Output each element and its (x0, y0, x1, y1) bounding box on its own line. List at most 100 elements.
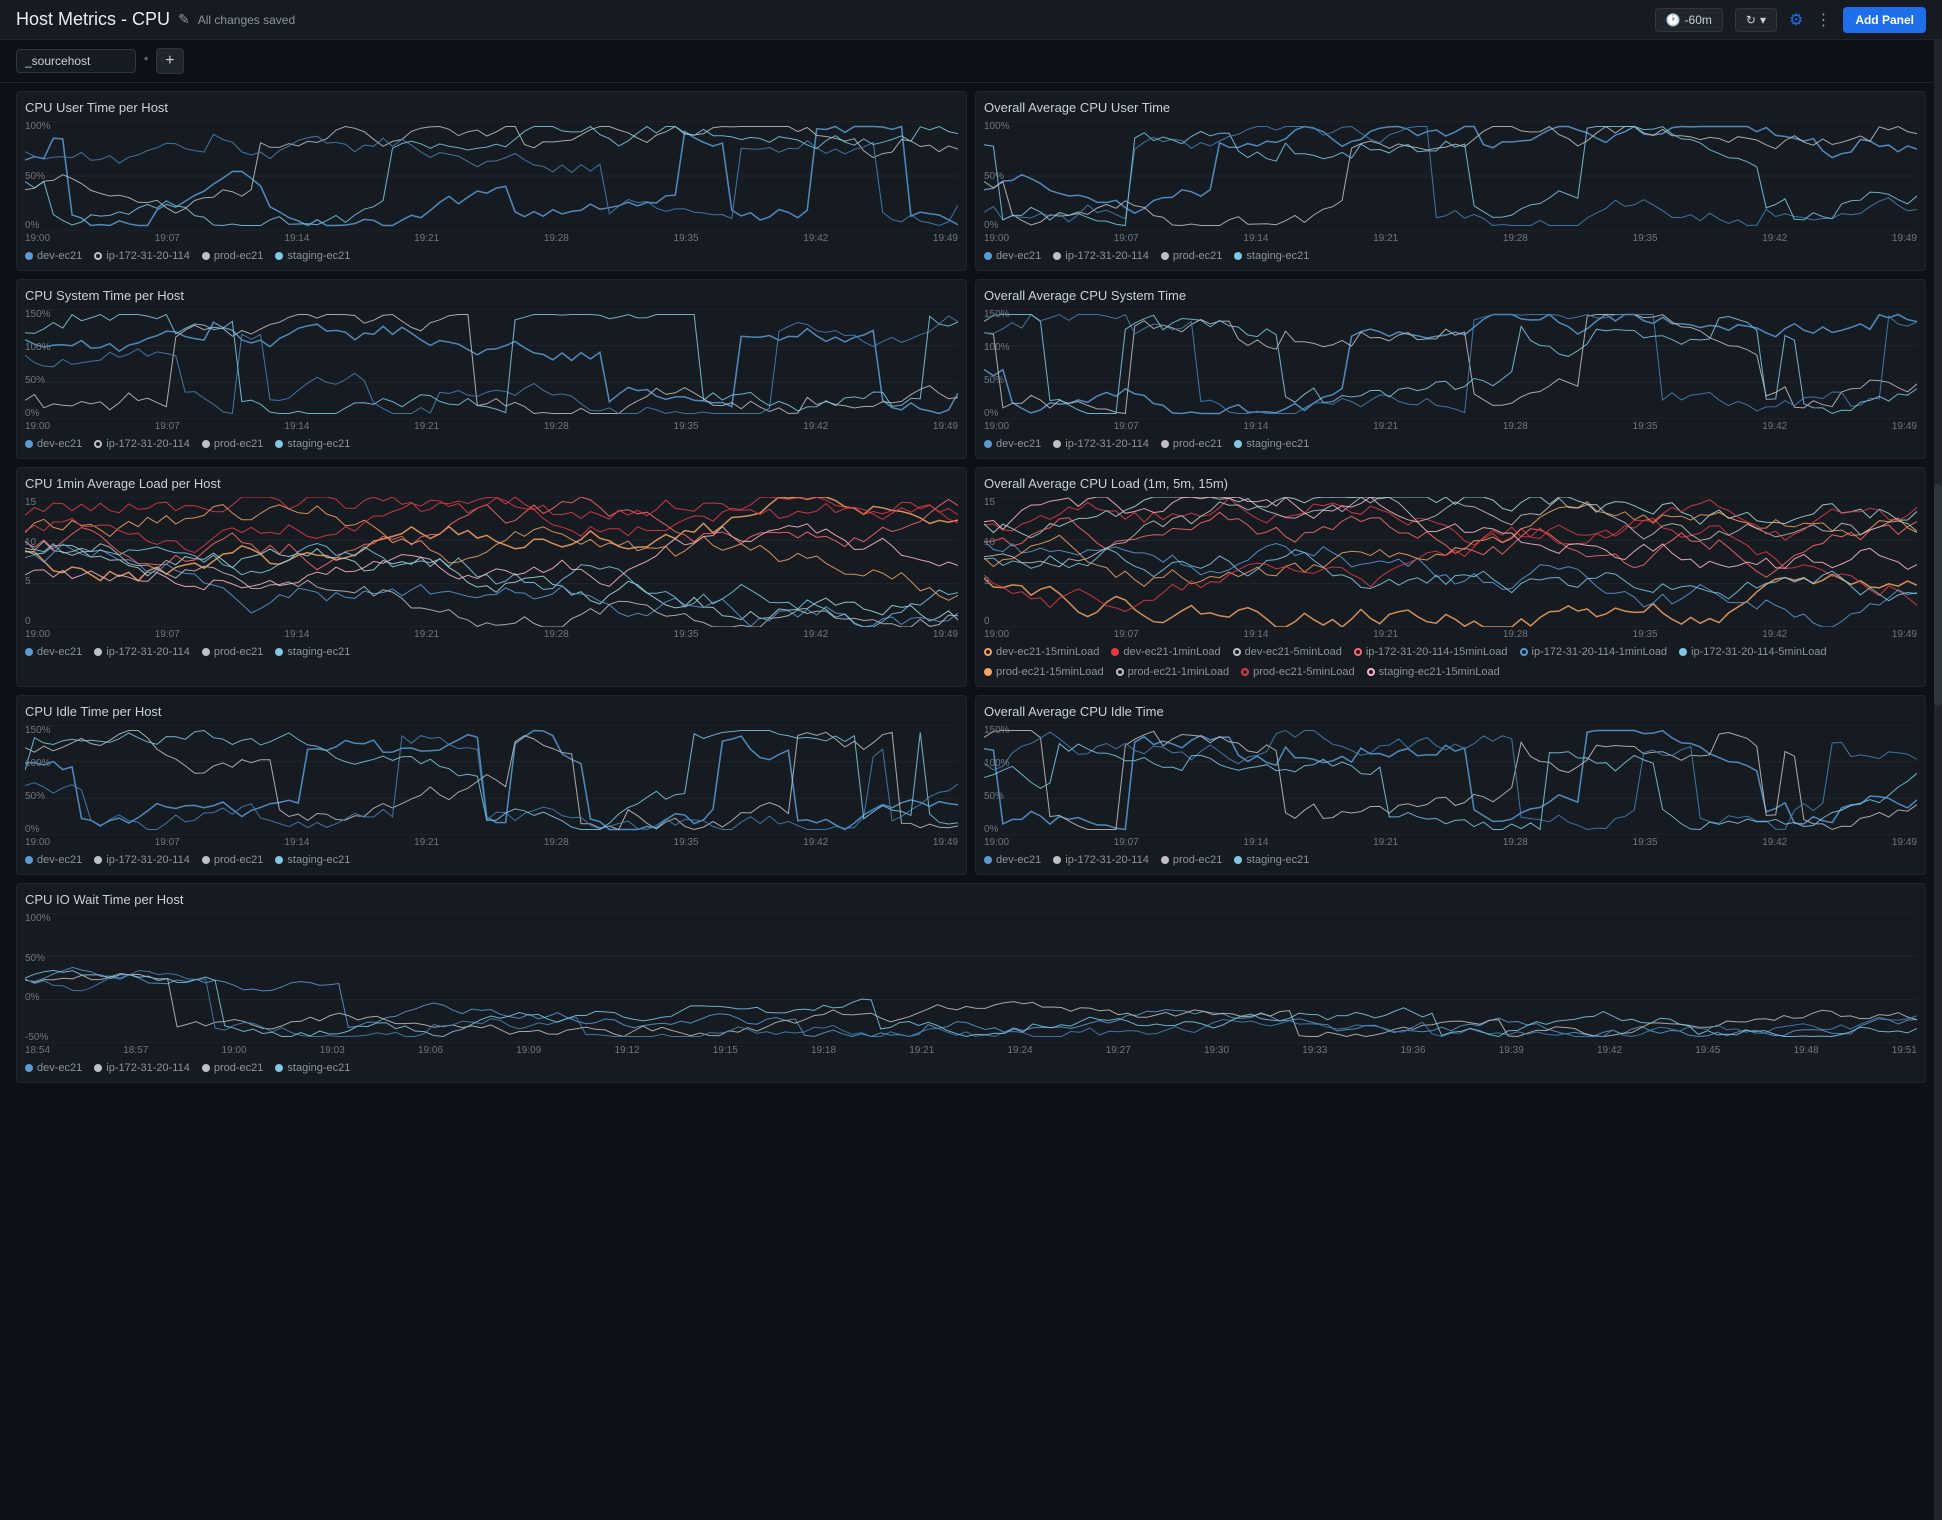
legend-item[interactable]: staging-ec21 (275, 854, 350, 866)
x-label: 19:14 (284, 421, 309, 432)
chart-wrapper-cpu-io-wait-time-per-host[interactable]: 100%50%0%-50% (25, 913, 1917, 1043)
legend-item[interactable]: staging-ec21 (275, 646, 350, 658)
toolbar: * + (0, 40, 1942, 83)
legend-item[interactable]: dev-ec21 (984, 854, 1041, 866)
x-label: 19:33 (1302, 1045, 1327, 1056)
legend-item[interactable]: dev-ec21-5minLoad (1233, 646, 1342, 658)
legend-color-indicator (25, 1064, 33, 1072)
scrollbar-thumb[interactable] (1934, 484, 1942, 706)
header-left: Host Metrics - CPU ✎ All changes saved (16, 9, 295, 30)
legend-item[interactable]: prod-ec21-5minLoad (1241, 666, 1355, 678)
x-label: 19:28 (544, 421, 569, 432)
x-label: 19:14 (284, 233, 309, 244)
legend-item[interactable]: staging-ec21 (275, 250, 350, 262)
x-label: 19:42 (1762, 233, 1787, 244)
chart-wrapper-cpu-user-time-per-host[interactable]: 100%50%0% (25, 121, 958, 231)
legend-item[interactable]: ip-172-31-20-114 (94, 646, 190, 658)
legend-item[interactable]: ip-172-31-20-114 (94, 1062, 190, 1074)
x-label: 19:07 (155, 629, 180, 640)
legend-item[interactable]: ip-172-31-20-114 (94, 438, 190, 450)
add-filter-button[interactable]: + (156, 48, 183, 74)
legend-item[interactable]: prod-ec21 (202, 250, 264, 262)
legend-label: prod-ec21-15minLoad (996, 666, 1104, 678)
legend-item[interactable]: dev-ec21 (25, 854, 82, 866)
legend-color-indicator (275, 648, 283, 656)
time-range-picker[interactable]: 🕐 -60m (1655, 8, 1723, 32)
x-label: 19:51 (1892, 1045, 1917, 1056)
legend-label: dev-ec21 (37, 646, 82, 658)
chart-svg-overall-avg-cpu-user-time (984, 121, 1917, 231)
legend-label: prod-ec21 (1173, 250, 1223, 262)
legend-item[interactable]: ip-172-31-20-114 (94, 250, 190, 262)
edit-icon[interactable]: ✎ (178, 11, 190, 28)
chart-wrapper-overall-avg-cpu-system-time[interactable]: 150%100%50%0% (984, 309, 1917, 419)
x-label: 19:49 (1892, 421, 1917, 432)
legend-item[interactable]: dev-ec21-15minLoad (984, 646, 1099, 658)
legend-item[interactable]: dev-ec21 (25, 250, 82, 262)
scrollbar-track[interactable] (1934, 40, 1942, 1520)
panel-title-overall-avg-cpu-system-time: Overall Average CPU System Time (984, 288, 1917, 303)
legend-item[interactable]: staging-ec21 (1234, 438, 1309, 450)
legend-item[interactable]: dev-ec21-1minLoad (1111, 646, 1220, 658)
legend-item[interactable]: prod-ec21 (1161, 438, 1223, 450)
legend-item[interactable]: dev-ec21 (25, 1062, 82, 1074)
legend-item[interactable]: staging-ec21 (1234, 854, 1309, 866)
legend-overall-avg-cpu-idle-time: dev-ec21 ip-172-31-20-114 prod-ec21 staging… (984, 854, 1917, 866)
legend-item[interactable]: ip-172-31-20-114 (1053, 854, 1149, 866)
add-panel-button[interactable]: Add Panel (1843, 7, 1926, 33)
legend-label: staging-ec21 (1246, 250, 1309, 262)
legend-item[interactable]: prod-ec21 (1161, 250, 1223, 262)
chart-wrapper-cpu-system-time-per-host[interactable]: 150%100%50%0% (25, 309, 958, 419)
x-labels-cpu-1min-avg-load-per-host: 19:0019:0719:1419:2119:2819:3519:4219:49 (25, 629, 958, 640)
legend-item[interactable]: prod-ec21 (202, 646, 264, 658)
legend-cpu-io-wait-time-per-host: dev-ec21 ip-172-31-20-114 prod-ec21 staging… (25, 1062, 1917, 1074)
legend-color-indicator (94, 252, 102, 260)
chart-wrapper-cpu-1min-avg-load-per-host[interactable]: 151050 (25, 497, 958, 627)
chart-wrapper-overall-avg-cpu-load[interactable]: 151050 (984, 497, 1917, 627)
legend-item[interactable]: ip-172-31-20-114 (1053, 438, 1149, 450)
dashboard: CPU User Time per Host100%50%0%19:0019:0… (0, 83, 1942, 1091)
legend-item[interactable]: prod-ec21 (202, 1062, 264, 1074)
legend-item[interactable]: dev-ec21 (984, 250, 1041, 262)
source-host-filter[interactable] (16, 49, 136, 73)
chart-wrapper-overall-avg-cpu-idle-time[interactable]: 150%100%50%0% (984, 725, 1917, 835)
chart-svg-overall-avg-cpu-system-time (984, 309, 1917, 419)
legend-item[interactable]: staging-ec21 (275, 1062, 350, 1074)
legend-item[interactable]: dev-ec21 (25, 438, 82, 450)
more-options-icon[interactable]: ⋮ (1815, 10, 1831, 30)
legend-item[interactable]: staging-ec21 (275, 438, 350, 450)
clock-icon: 🕐 (1666, 13, 1681, 27)
legend-item[interactable]: prod-ec21 (1161, 854, 1223, 866)
legend-item[interactable]: ip-172-31-20-114-15minLoad (1354, 646, 1508, 658)
filter-icon[interactable]: ⚙ (1789, 10, 1803, 30)
legend-item[interactable]: ip-172-31-20-114-1minLoad (1520, 646, 1668, 658)
legend-item[interactable]: staging-ec21 (1234, 250, 1309, 262)
chart-wrapper-overall-avg-cpu-user-time[interactable]: 100%50%0% (984, 121, 1917, 231)
legend-color-indicator (1354, 648, 1362, 656)
x-label: 19:35 (1633, 629, 1658, 640)
x-label: 19:48 (1794, 1045, 1819, 1056)
legend-item[interactable]: prod-ec21 (202, 438, 264, 450)
legend-item[interactable]: dev-ec21 (25, 646, 82, 658)
legend-item[interactable]: staging-ec21-15minLoad (1367, 666, 1500, 678)
legend-color-indicator (275, 1064, 283, 1072)
legend-item[interactable]: ip-172-31-20-114 (94, 854, 190, 866)
panel-title-overall-avg-cpu-idle-time: Overall Average CPU Idle Time (984, 704, 1917, 719)
legend-overall-avg-cpu-load: dev-ec21-15minLoad dev-ec21-1minLoad dev-e… (984, 646, 1917, 678)
refresh-button[interactable]: ↻ ▾ (1735, 8, 1777, 32)
legend-label: staging-ec21 (287, 854, 350, 866)
chart-wrapper-cpu-idle-time-per-host[interactable]: 150%100%50%0% (25, 725, 958, 835)
x-label: 19:03 (320, 1045, 345, 1056)
legend-color-indicator (25, 856, 33, 864)
legend-item[interactable]: ip-172-31-20-114-5minLoad (1679, 646, 1827, 658)
legend-label: prod-ec21 (1173, 854, 1223, 866)
x-label: 19:00 (984, 233, 1009, 244)
chart-svg-cpu-io-wait-time-per-host (25, 913, 1917, 1043)
legend-item[interactable]: prod-ec21-1minLoad (1116, 666, 1230, 678)
legend-overall-avg-cpu-system-time: dev-ec21 ip-172-31-20-114 prod-ec21 staging… (984, 438, 1917, 450)
legend-item[interactable]: dev-ec21 (984, 438, 1041, 450)
legend-item[interactable]: ip-172-31-20-114 (1053, 250, 1149, 262)
header-right: 🕐 -60m ↻ ▾ ⚙ ⋮ Add Panel (1655, 7, 1926, 33)
legend-item[interactable]: prod-ec21 (202, 854, 264, 866)
legend-item[interactable]: prod-ec21-15minLoad (984, 666, 1104, 678)
